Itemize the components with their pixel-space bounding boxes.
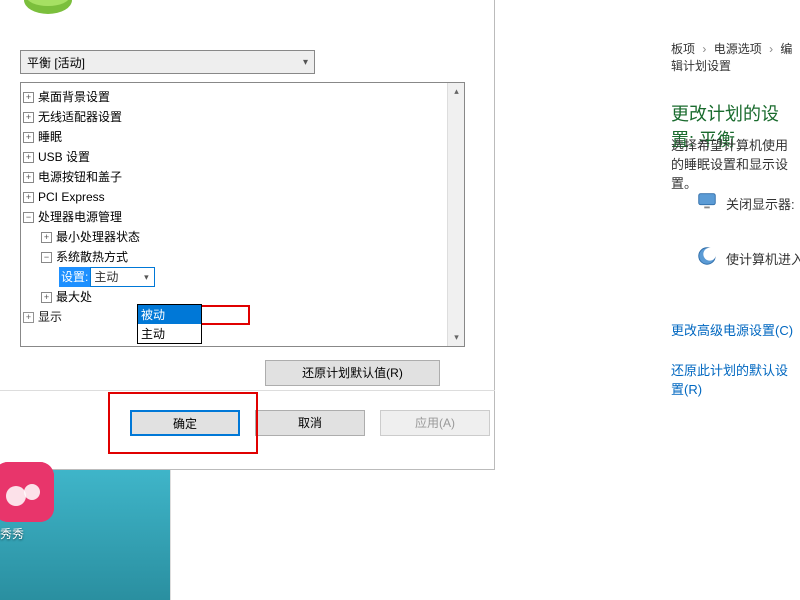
restore-defaults-button[interactable]: 还原计划默认值(R) [265,360,440,386]
setting-label: 设置: [59,267,90,287]
expand-icon[interactable]: + [23,132,34,143]
chevron-right-icon: › [769,42,773,56]
collapse-icon[interactable]: − [23,212,34,223]
restore-plan-defaults-link[interactable]: 还原此计划的默认设置(R) [671,360,800,398]
expand-icon[interactable]: + [23,192,34,203]
cancel-button[interactable]: 取消 [255,410,365,436]
tree-item-usb[interactable]: + USB 设置 [23,147,462,167]
advanced-power-settings-link[interactable]: 更改高级电源设置(C) [671,320,793,339]
tree-item-display[interactable]: + 显示 [23,307,462,327]
app-label: 秀秀 [0,525,24,542]
tree-item-sleep[interactable]: + 睡眠 [23,127,462,147]
tree-item-cooling-policy[interactable]: − 系统散热方式 [23,247,462,267]
breadcrumb[interactable]: 板项 › 电源选项 › 编辑计划设置 [671,40,800,74]
cooling-policy-dropdown[interactable]: 被动 主动 [137,304,202,344]
expand-icon[interactable]: + [23,92,34,103]
scroll-up-icon[interactable]: ▴ [448,83,465,100]
tree-item-desktop-background[interactable]: + 桌面背景设置 [23,87,462,107]
dropdown-option-active[interactable]: 主动 [138,324,201,343]
chevron-right-icon: › [702,42,706,56]
expand-icon[interactable]: + [23,112,34,123]
chevron-down-icon: ▾ [138,267,154,287]
monitor-icon [696,190,718,217]
page-subtitle: 选择希望计算机使用的睡眠设置和显示设置。 [671,135,800,192]
tree-item-pci-express[interactable]: + PCI Express [23,187,462,207]
breadcrumb-item[interactable]: 板项 [671,42,695,56]
cooling-policy-combo[interactable]: 主动 ▾ [90,267,155,287]
chevron-down-icon: ▾ [303,57,308,68]
expand-icon[interactable]: + [23,312,34,323]
tree-item-wireless[interactable]: + 无线适配器设置 [23,107,462,127]
meitu-app-tile[interactable] [0,462,54,522]
power-options-dialog: 平衡 [活动] ▾ + 桌面背景设置 + 无线适配器设置 + 睡眠 + USB … [0,0,495,470]
breadcrumb-item[interactable]: 电源选项 [714,42,762,56]
dropdown-option-passive[interactable]: 被动 [138,305,201,324]
tree-item-min-processor-state[interactable]: + 最小处理器状态 [23,227,462,247]
tree-item-cooling-setting[interactable]: 设置: 主动 ▾ [23,267,462,287]
scrollbar[interactable]: ▴ ▾ [447,83,464,346]
expand-icon[interactable]: + [41,232,52,243]
settings-tree: + 桌面背景设置 + 无线适配器设置 + 睡眠 + USB 设置 + 电源按钮和… [20,82,465,347]
expand-icon[interactable]: + [41,292,52,303]
divider [0,390,495,391]
cooling-policy-value: 主动 [91,267,118,287]
expand-icon[interactable]: + [23,172,34,183]
tree-item-power-buttons[interactable]: + 电源按钮和盖子 [23,167,462,187]
display-off-label: 关闭显示器: [726,194,800,213]
display-off-setting-row: 关闭显示器: [696,190,800,217]
expand-icon[interactable]: + [23,152,34,163]
tree-item-processor-power[interactable]: − 处理器电源管理 [23,207,462,227]
collapse-icon[interactable]: − [41,252,52,263]
power-plan-select-value: 平衡 [活动] [27,54,85,71]
ok-button[interactable]: 确定 [130,410,240,436]
moon-icon [696,245,718,272]
sleep-label: 使计算机进入睡眠状态: [726,249,800,268]
tree-item-max-processor-state[interactable]: + 最大处 [23,287,462,307]
power-plan-select[interactable]: 平衡 [活动] ▾ [20,50,315,74]
sleep-setting-row: 使计算机进入睡眠状态: [696,245,800,272]
scroll-down-icon[interactable]: ▾ [448,329,465,346]
apply-button: 应用(A) [380,410,490,436]
battery-icon [20,0,75,20]
